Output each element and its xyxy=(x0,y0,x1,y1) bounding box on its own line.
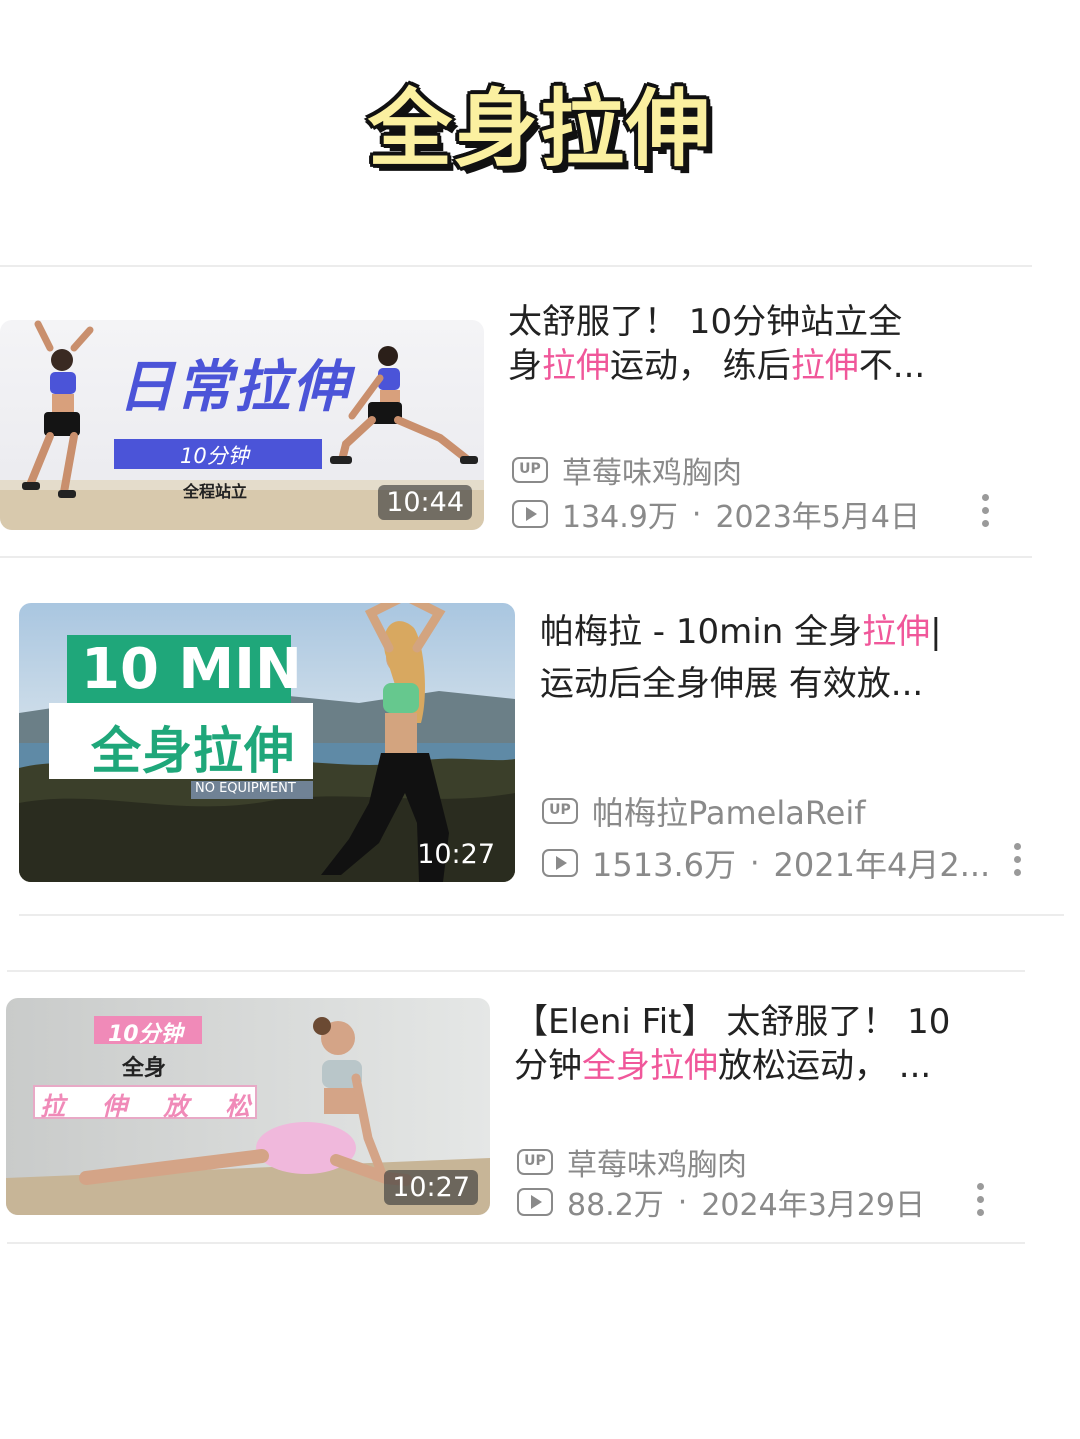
up-badge-icon: UP xyxy=(542,798,578,824)
thumbnail-subtitle: 全程站立 xyxy=(183,482,248,501)
publish-date: 2024年3月29日 xyxy=(701,1188,925,1223)
view-count: 134.9万 xyxy=(562,500,678,535)
video-title-line: 运动后全身伸展 有效放... xyxy=(540,664,924,704)
play-count-icon xyxy=(512,500,548,528)
uploader-row[interactable]: UP 草莓味鸡胸肉 xyxy=(517,1140,747,1184)
more-options-icon[interactable] xyxy=(975,1183,985,1217)
publish-date: 2021年4月2... xyxy=(773,846,991,884)
divider xyxy=(7,1242,1025,1244)
stats-row: 1513.6万 · 2021年4月2... xyxy=(542,840,990,886)
video-title-3[interactable]: 【Eleni Fit】 太舒服了！ 10 分钟全身拉伸放松运动， ... xyxy=(514,1000,1004,1088)
thumbnail-headline: 10 MIN xyxy=(81,637,302,702)
video-title-line: 太舒服了！ 10分钟站立全 xyxy=(508,302,903,342)
separator: · xyxy=(677,1184,688,1220)
divider xyxy=(7,970,1025,972)
view-count: 88.2万 xyxy=(567,1188,664,1223)
more-options-icon[interactable] xyxy=(980,494,990,528)
video-duration: 10:44 xyxy=(378,485,472,520)
divider xyxy=(0,556,1032,558)
play-count-icon xyxy=(542,849,578,877)
video-title-line: 身拉伸运动， 练后拉伸不... xyxy=(508,346,926,386)
thumbnail-tag: 10分钟 xyxy=(180,444,249,468)
video-title-line: 分钟全身拉伸放松运动， ... xyxy=(514,1046,932,1086)
stats-row: 88.2万 · 2024年3月29日 xyxy=(517,1180,925,1224)
video-duration: 10:27 xyxy=(384,1170,478,1205)
video-thumbnail-1[interactable]: 日常拉伸 10分钟 全程站立 10:44 xyxy=(0,320,484,530)
thumbnail-tag: NO EQUIPMENT xyxy=(195,781,296,796)
video-title-line: 【Eleni Fit】 太舒服了！ 10 xyxy=(514,1002,951,1042)
separator: · xyxy=(749,845,760,881)
thumbnail-subtitle: 全身拉伸 xyxy=(91,722,295,780)
separator: · xyxy=(691,496,702,532)
thumbnail-headline: 日常拉伸 xyxy=(118,355,350,420)
thumbnail-headline: 全身 xyxy=(122,1056,167,1081)
publish-date: 2023年5月4日 xyxy=(715,500,920,535)
view-count: 1513.6万 xyxy=(592,846,736,884)
page-title: 全身拉伸 xyxy=(367,80,712,178)
play-count-icon xyxy=(517,1188,553,1216)
divider xyxy=(0,265,1032,267)
video-title-1[interactable]: 太舒服了！ 10分钟站立全 身拉伸运动， 练后拉伸不... xyxy=(508,300,1008,388)
uploader-name: 帕梅拉PamelaReif xyxy=(592,794,866,832)
more-options-icon[interactable] xyxy=(1012,843,1022,877)
up-badge-icon: UP xyxy=(517,1149,553,1175)
uploader-row[interactable]: UP 草莓味鸡胸肉 xyxy=(512,448,742,492)
thumbnail-subtitle: 拉 伸 放 松 xyxy=(40,1092,265,1121)
video-thumbnail-3[interactable]: 10分钟 全身 拉 伸 放 松 10:27 xyxy=(6,998,490,1215)
divider xyxy=(19,914,1064,916)
uploader-name: 草莓味鸡胸肉 xyxy=(562,456,742,491)
video-duration: 10:27 xyxy=(417,839,495,870)
video-title-line: 帕梅拉 - 10min 全身拉伸| xyxy=(540,612,942,652)
video-thumbnail-2[interactable]: 10 MIN 全身拉伸 NO EQUIPMENT 10:27 xyxy=(19,603,515,882)
thumbnail-tag: 10分钟 xyxy=(108,1022,183,1047)
uploader-row[interactable]: UP 帕梅拉PamelaReif xyxy=(542,788,865,834)
up-badge-icon: UP xyxy=(512,457,548,483)
video-title-2[interactable]: 帕梅拉 - 10min 全身拉伸| 运动后全身伸展 有效放... xyxy=(540,610,1010,706)
stats-row: 134.9万 · 2023年5月4日 xyxy=(512,492,920,536)
uploader-name: 草莓味鸡胸肉 xyxy=(567,1148,747,1183)
